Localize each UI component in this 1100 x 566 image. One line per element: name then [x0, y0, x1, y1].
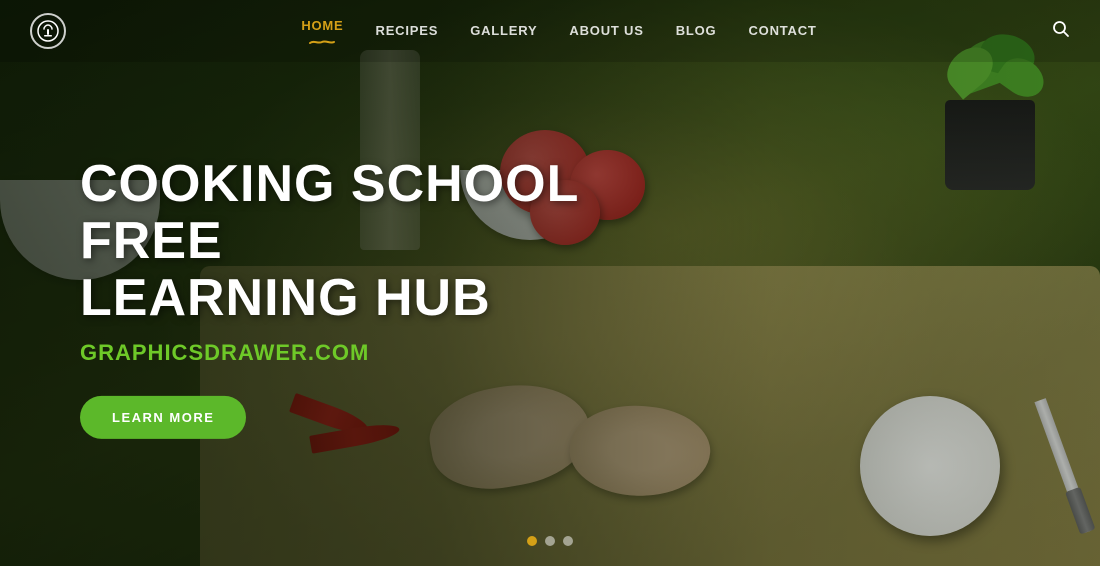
hero-title-line2: LEARNING HUB — [80, 269, 491, 327]
hero-subtitle: GRAPHICSDRAWER.COM — [80, 339, 680, 365]
nav-item-home[interactable]: HOME — [301, 17, 343, 45]
nav-link-gallery[interactable]: GALLERY — [470, 23, 537, 38]
nav-link-recipes[interactable]: RECIPES — [376, 23, 439, 38]
nav-item-about[interactable]: ABOUT US — [569, 22, 643, 40]
learn-more-button[interactable]: LEARN MORE — [80, 395, 246, 438]
nav-link-contact[interactable]: CONTACT — [748, 23, 816, 38]
search-icon[interactable] — [1052, 20, 1070, 43]
nav-links: HOME RECIPES GALLERY ABOUT US BLOG CO — [301, 17, 816, 45]
navbar: HOME RECIPES GALLERY ABOUT US BLOG CO — [0, 0, 1100, 62]
slide-dot-1[interactable] — [527, 536, 537, 546]
nav-item-gallery[interactable]: GALLERY — [470, 22, 537, 40]
hero-title: COOKING SCHOOL FREE LEARNING HUB — [80, 156, 680, 328]
nav-link-about[interactable]: ABOUT US — [569, 23, 643, 38]
nav-item-recipes[interactable]: RECIPES — [376, 22, 439, 40]
slide-dots — [527, 536, 573, 546]
hero-section: HOME RECIPES GALLERY ABOUT US BLOG CO — [0, 0, 1100, 566]
logo-icon — [30, 13, 66, 49]
slide-dot-2[interactable] — [545, 536, 555, 546]
nav-item-blog[interactable]: BLOG — [676, 22, 717, 40]
nav-link-home[interactable]: HOME — [301, 18, 343, 33]
logo[interactable] — [30, 13, 66, 49]
hero-content: COOKING SCHOOL FREE LEARNING HUB GRAPHIC… — [80, 156, 680, 439]
nav-link-blog[interactable]: BLOG — [676, 23, 717, 38]
slide-dot-3[interactable] — [563, 536, 573, 546]
nav-item-contact[interactable]: CONTACT — [748, 22, 816, 40]
hero-title-line1: COOKING SCHOOL FREE — [80, 155, 578, 270]
